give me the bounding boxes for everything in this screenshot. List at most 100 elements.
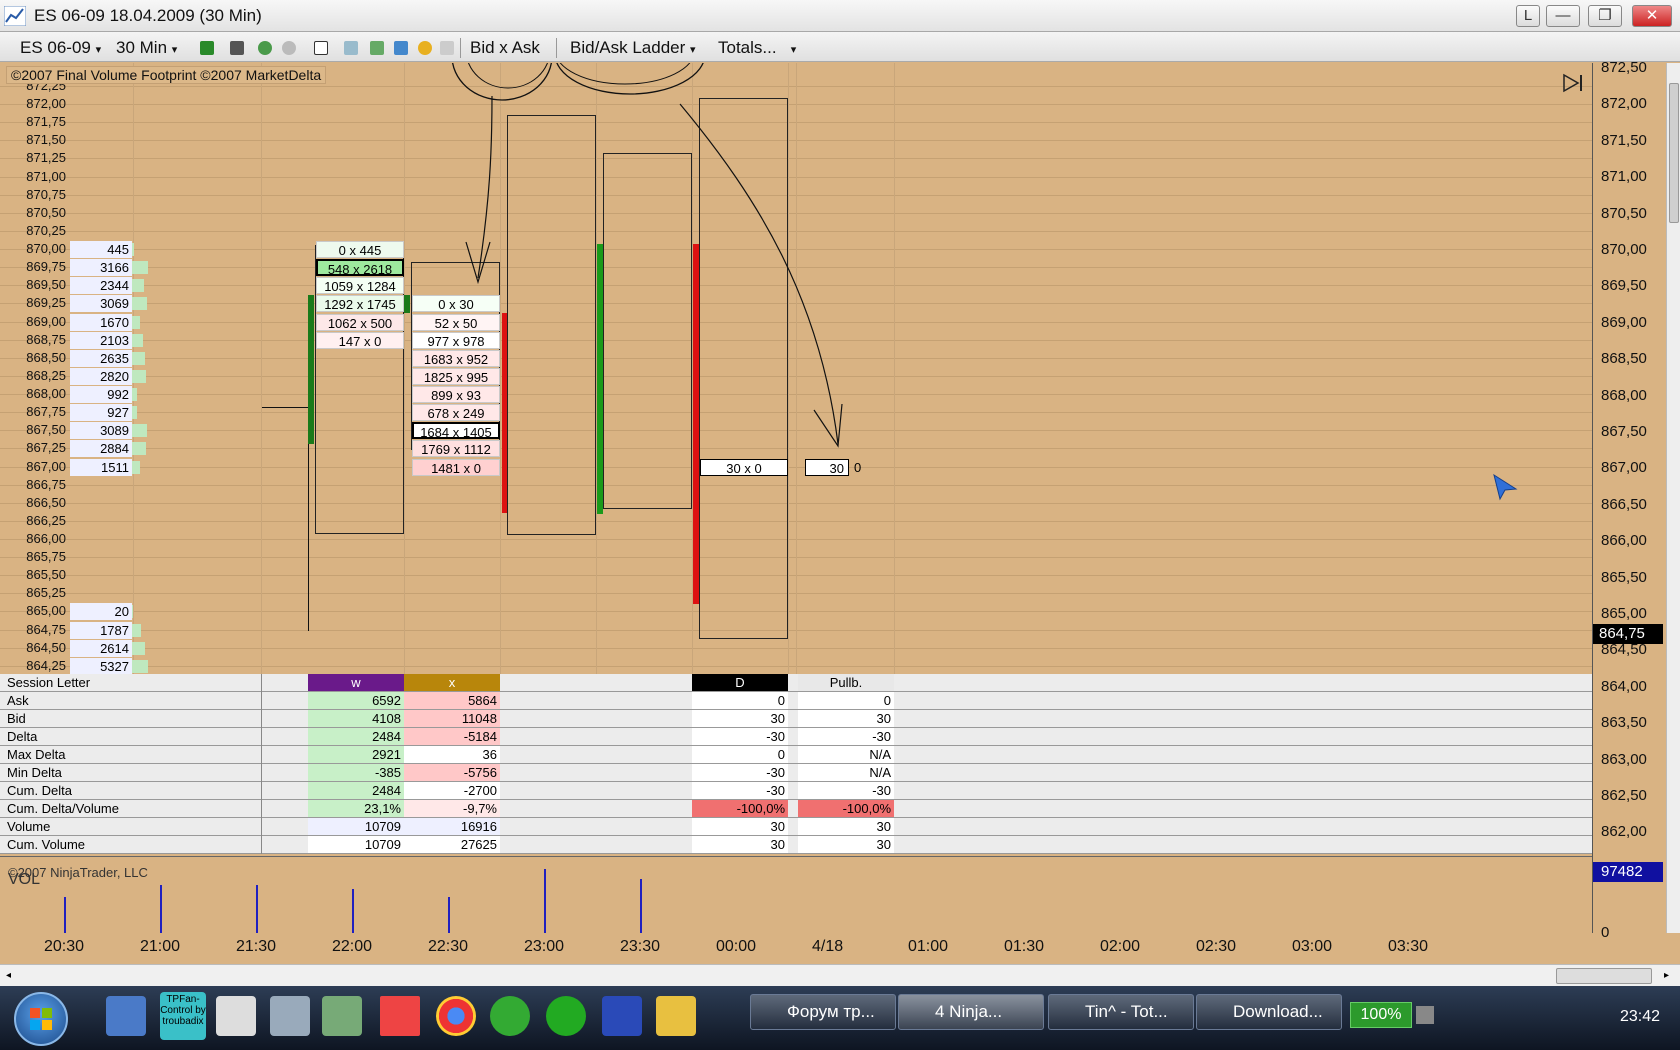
toolbar-separator	[556, 38, 557, 58]
stats-cell-w: 10709	[308, 836, 404, 853]
draw-pencil-icon[interactable]	[230, 41, 244, 55]
tpfan-control-icon[interactable]: TPFan-Control by troubadix	[160, 992, 206, 1040]
time-axis-label: 01:00	[908, 938, 949, 955]
volume-panel[interactable]: VOL ©2007 NinjaTrader, LLC	[0, 856, 1592, 933]
notepad-icon[interactable]	[216, 996, 256, 1036]
properties-icon[interactable]	[344, 41, 358, 55]
volume-bar	[352, 889, 354, 933]
stats-cell-w: 2484	[308, 728, 404, 745]
time-axis-label: 01:30	[1004, 938, 1045, 955]
toolbar-separator	[460, 38, 461, 58]
stats-row: Min Delta -385 -5756 -30 N/A	[0, 764, 1592, 782]
utorrent-icon[interactable]	[490, 996, 530, 1036]
stats-cell-x: -2700	[404, 782, 500, 799]
strategy-icon[interactable]	[370, 41, 384, 55]
hand-drawn-annotations	[451, 63, 843, 448]
stats-cell-p: 30	[798, 836, 894, 853]
close-button[interactable]: ✕	[1632, 5, 1672, 27]
scroll-left-icon[interactable]: ◂	[6, 970, 11, 981]
minimize-button[interactable]: —	[1546, 5, 1580, 27]
system-tray[interactable]	[1482, 994, 1582, 1042]
task-ninjatrader[interactable]: 4 Ninja...	[898, 994, 1044, 1030]
maximize-button[interactable]: ❐	[1588, 5, 1622, 27]
scroll-thumb[interactable]	[1669, 83, 1679, 223]
footprint-chart[interactable]: 872,25 872,00 871,75 871,50 871,25 871,00 870,…	[0, 63, 1592, 674]
show-desktop-icon[interactable]	[106, 996, 146, 1036]
templates-icon[interactable]	[440, 41, 454, 55]
stats-cell-d: -30	[692, 764, 788, 781]
stats-row-label: Cum. Volume	[7, 837, 86, 852]
zoom-level-indicator[interactable]: 100%	[1350, 1002, 1412, 1028]
chevron-down-icon: ▾	[95, 44, 102, 56]
drive-icon[interactable]	[380, 996, 420, 1036]
vertical-scrollbar[interactable]	[1666, 63, 1680, 933]
time-axis-label: 22:30	[428, 938, 469, 955]
stats-cell-d: 30	[692, 818, 788, 835]
title-bar: ES 06-09 18.04.2009 (30 Min) L — ❐ ✕	[0, 0, 1680, 32]
start-button[interactable]	[14, 992, 68, 1046]
session-stats-table: Session Letter w x D Pullb. Ask 6592 5864 0…	[0, 674, 1592, 854]
lab-icon[interactable]	[322, 996, 362, 1036]
header-w: w	[308, 674, 404, 691]
stats-row: Cum. Delta 2484 -2700 -30 -30	[0, 782, 1592, 800]
axis-price-label: 868,00	[1601, 386, 1647, 404]
indicator-icon[interactable]	[394, 41, 408, 55]
chrome-icon[interactable]	[436, 996, 476, 1036]
totals-label: Totals...	[718, 38, 777, 57]
time-axis-label: 21:00	[140, 938, 181, 955]
stats-cell-w: 10709	[308, 818, 404, 835]
stats-row: Delta 2484 -5184 -30 -30	[0, 728, 1592, 746]
window-title: ES 06-09 18.04.2009 (30 Min)	[34, 6, 262, 25]
scroll-right-icon[interactable]: ▸	[1664, 970, 1669, 981]
stats-cell-w: 2921	[308, 746, 404, 763]
stats-row-label: Cum. Delta/Volume	[7, 801, 119, 816]
axis-price-label: 863,00	[1601, 750, 1647, 768]
axis-price-label: 871,50	[1601, 131, 1647, 149]
stats-cell-x: 11048	[404, 710, 500, 727]
zoom-out-icon[interactable]	[282, 41, 296, 55]
windows-logo-icon	[30, 1008, 52, 1030]
app-chart-icon	[4, 6, 26, 26]
stats-row: Ask 6592 5864 0 0	[0, 692, 1592, 710]
volume-bar	[256, 885, 258, 933]
save-icon[interactable]	[602, 996, 642, 1036]
price-axis[interactable]: 872,50 872,00 871,50 871,00 870,50 870,00 869,…	[1592, 60, 1663, 941]
stats-cell-p: N/A	[798, 764, 894, 781]
table-header-row: Session Letter w x D Pullb.	[0, 674, 1592, 692]
period-label: 30 Min	[116, 38, 168, 57]
scroll-thumb[interactable]	[1556, 968, 1652, 984]
w-app-icon[interactable]	[546, 996, 586, 1036]
stats-row-label: Volume	[7, 819, 51, 834]
axis-price-label: 867,50	[1601, 423, 1647, 440]
stats-row-label: Cum. Delta	[7, 783, 73, 798]
instrument-dropdown[interactable]: ES 06-09 ▾	[20, 37, 101, 59]
chevron-down-icon: ▾	[790, 44, 797, 56]
time-axis-label: 03:00	[1292, 938, 1333, 955]
stats-row-label: Max Delta	[7, 747, 66, 762]
bid-ask-ladder-dropdown[interactable]: Bid/Ask Ladder ▾	[570, 37, 696, 59]
axis-price-label: 867,00	[1601, 459, 1647, 477]
stats-cell-x: 27625	[404, 836, 500, 853]
cursor-icon[interactable]	[314, 41, 328, 55]
axis-price-label: 865,00	[1601, 605, 1647, 622]
totals-dropdown[interactable]: Totals... ▾	[718, 37, 796, 59]
data-box-icon[interactable]	[418, 41, 432, 55]
horizontal-scrollbar[interactable]: ◂ ▸	[0, 964, 1680, 986]
power-icon[interactable]	[1416, 1006, 1434, 1024]
explorer-icon[interactable]	[270, 996, 310, 1036]
task-downloads[interactable]: Download...	[1196, 994, 1342, 1030]
bar-type-icon[interactable]	[200, 41, 214, 55]
time-axis-label: 02:00	[1100, 938, 1141, 955]
time-axis-label: 03:30	[1388, 938, 1429, 955]
axis-price-label: 864,00	[1601, 677, 1647, 695]
stats-cell-p: 30	[798, 710, 894, 727]
outlook-icon[interactable]	[656, 996, 696, 1036]
zoom-in-icon[interactable]	[258, 41, 272, 55]
volume-bar	[448, 897, 450, 933]
task-ie-tin[interactable]: Tin^ - Tot...	[1048, 994, 1194, 1030]
task-chrome-forum[interactable]: Форум тр...	[750, 994, 896, 1030]
bid-x-ask-button[interactable]: Bid x Ask	[470, 37, 540, 59]
chart-toolbar: ES 06-09 ▾ 30 Min ▾ Bid x Ask Bid/Ask La…	[0, 32, 1680, 62]
period-dropdown[interactable]: 30 Min ▾	[116, 37, 177, 59]
link-button[interactable]: L	[1516, 5, 1540, 27]
